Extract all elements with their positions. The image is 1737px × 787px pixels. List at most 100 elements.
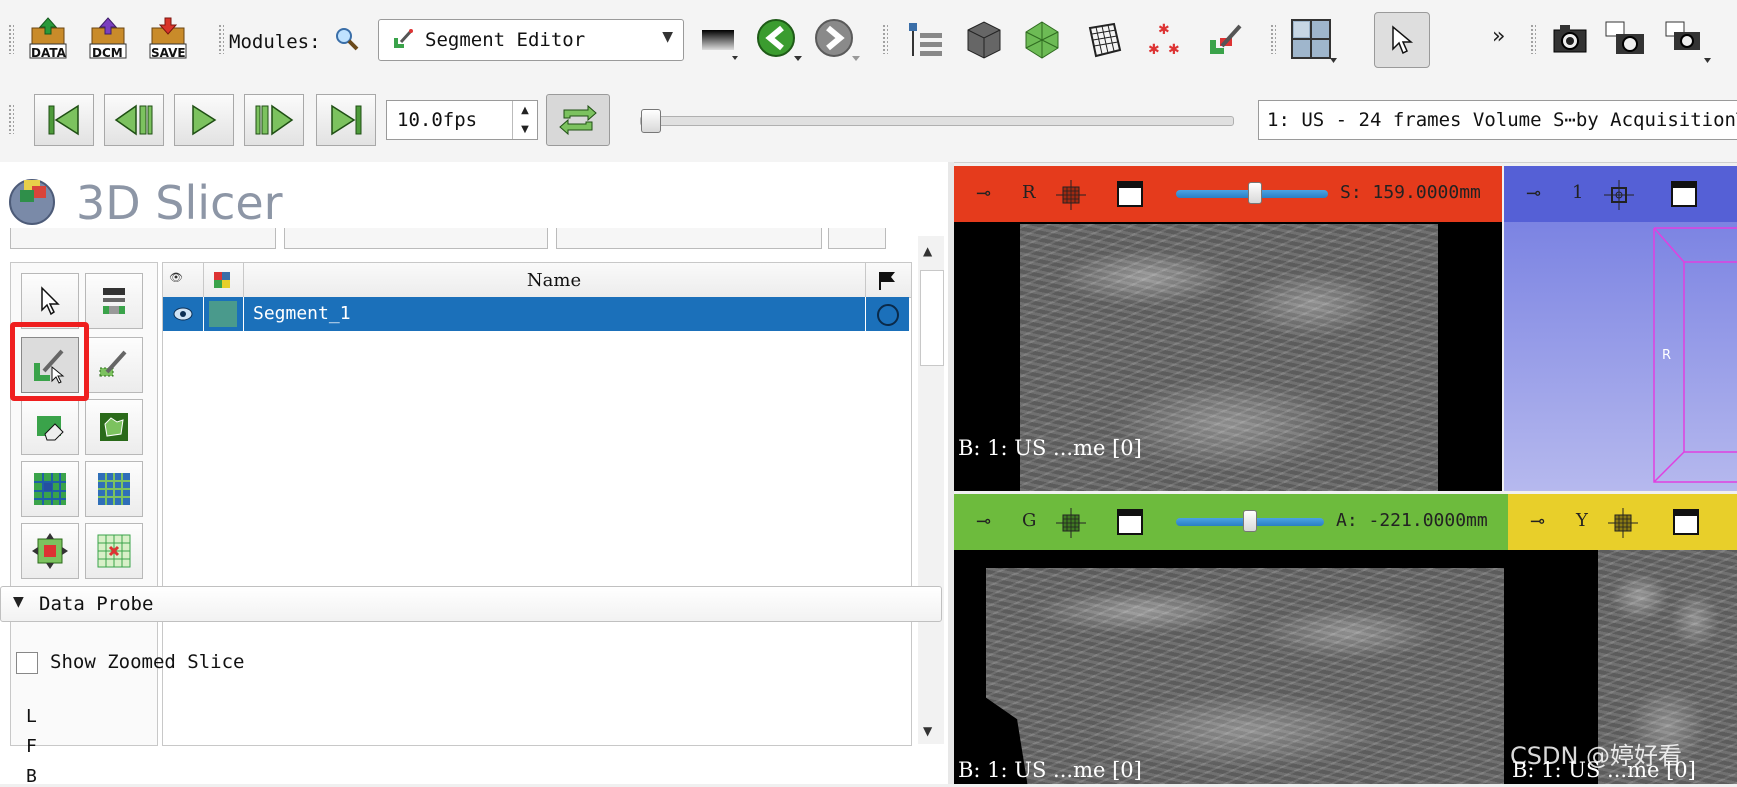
screenshot-camera-icon[interactable] bbox=[1552, 22, 1588, 56]
slice-layers-icon[interactable] bbox=[1056, 508, 1086, 538]
effect-fill-between-slices-button[interactable] bbox=[85, 461, 143, 517]
pin-icon[interactable]: ⊸ bbox=[976, 183, 991, 204]
window-level-icon[interactable] bbox=[700, 24, 740, 60]
green-offset-slider[interactable] bbox=[1176, 510, 1324, 532]
red-slice-view[interactable]: ⊸ R S: 159.0000mm B: 1: US ...me [0] bbox=[954, 166, 1502, 491]
back-arrow-icon[interactable] bbox=[756, 18, 804, 64]
fps-spinbox[interactable]: 10.0fps ▲ ▼ bbox=[386, 100, 538, 140]
volumes-cube-icon[interactable] bbox=[962, 18, 1006, 62]
effect-islands-button[interactable] bbox=[85, 523, 143, 579]
step-back-icon bbox=[114, 104, 153, 136]
segment-action-button[interactable] bbox=[10, 228, 276, 249]
table-row[interactable]: Segment_1 bbox=[163, 297, 909, 331]
save-button[interactable]: SAVE bbox=[146, 16, 190, 60]
toolbar-grip[interactable] bbox=[882, 24, 888, 54]
yellow-slice-controller: ⊸ Y bbox=[1508, 494, 1737, 550]
scroll-up-arrow-icon[interactable]: ▲ bbox=[923, 244, 932, 258]
effect-erase-button[interactable] bbox=[21, 399, 79, 455]
play-button[interactable] bbox=[174, 94, 234, 146]
show-3d-button[interactable] bbox=[828, 228, 886, 249]
toolbar-grip[interactable] bbox=[1530, 24, 1536, 54]
more-tools-button[interactable]: » bbox=[1492, 24, 1505, 49]
data-tree-icon[interactable] bbox=[906, 20, 946, 60]
window-maximize-icon[interactable] bbox=[1672, 508, 1700, 536]
frame-slider[interactable] bbox=[640, 109, 1234, 133]
effect-margin-button[interactable] bbox=[21, 523, 79, 579]
frame-slider-handle[interactable] bbox=[641, 109, 661, 133]
slider-track[interactable] bbox=[1176, 510, 1324, 532]
red-offset-slider[interactable] bbox=[1176, 182, 1328, 204]
markups-icon[interactable]: ✱ ✱ ✱ bbox=[1146, 20, 1186, 60]
color-column-header[interactable] bbox=[203, 263, 244, 297]
segment-editor-toolbar-icon[interactable] bbox=[1206, 20, 1246, 60]
pin-icon[interactable]: ⊸ bbox=[976, 511, 991, 532]
segment-name[interactable]: Segment_1 bbox=[253, 303, 351, 324]
sequence-browser-selector[interactable]: 1: US - 24 frames Volume S⋯by Acquisitio… bbox=[1258, 100, 1737, 140]
window-maximize-icon[interactable] bbox=[1670, 180, 1698, 208]
scene-view-camera-icon[interactable] bbox=[1604, 20, 1648, 58]
effect-none-button[interactable] bbox=[21, 273, 79, 329]
segment-color-cell[interactable] bbox=[203, 297, 244, 331]
skip-last-icon bbox=[331, 104, 362, 136]
slice-layers-icon[interactable] bbox=[1056, 180, 1086, 210]
slice-offset-value: S: 159.0000mm bbox=[1340, 182, 1481, 203]
visibility-column-header[interactable]: 👁 bbox=[163, 263, 204, 297]
layout-icon[interactable] bbox=[1290, 18, 1338, 64]
fps-stepper[interactable]: ▲ ▼ bbox=[512, 101, 537, 139]
pin-icon[interactable]: ⊸ bbox=[1530, 511, 1545, 532]
toolbar-grip[interactable] bbox=[8, 104, 14, 134]
step-forward-icon bbox=[255, 104, 294, 136]
view-label: 1 bbox=[1572, 182, 1584, 203]
window-maximize-icon[interactable] bbox=[1116, 180, 1144, 208]
mouse-mode-pointer-button[interactable] bbox=[1374, 12, 1430, 68]
last-frame-button[interactable] bbox=[316, 94, 376, 146]
load-data-button[interactable]: DATA bbox=[26, 16, 70, 60]
segment-action-button[interactable] bbox=[284, 228, 548, 249]
center-view-icon[interactable] bbox=[1604, 180, 1634, 210]
module-selector[interactable]: Segment Editor ▼ bbox=[378, 19, 684, 61]
forward-arrow-icon[interactable] bbox=[814, 18, 862, 64]
capture-settings-icon[interactable] bbox=[1664, 20, 1712, 64]
show-zoomed-slice-checkbox[interactable] bbox=[16, 652, 38, 674]
module-search-icon[interactable] bbox=[334, 26, 360, 52]
slice-layers-icon[interactable] bbox=[1608, 508, 1638, 538]
decrement-arrow-icon[interactable]: ▼ bbox=[513, 120, 537, 139]
pin-icon[interactable]: ⊸ bbox=[1526, 183, 1541, 204]
first-frame-button[interactable] bbox=[34, 94, 94, 146]
three-d-view[interactable]: ⊸ 1 R bbox=[1504, 166, 1737, 491]
next-frame-button[interactable] bbox=[244, 94, 304, 146]
eye-icon bbox=[173, 307, 193, 321]
segment-visibility-toggle[interactable] bbox=[163, 297, 204, 331]
scrollbar-thumb[interactable] bbox=[920, 270, 944, 366]
effect-threshold-button[interactable] bbox=[85, 273, 143, 329]
data-probe-header[interactable]: ▼ Data Probe bbox=[0, 586, 942, 622]
models-icon[interactable] bbox=[1020, 18, 1064, 62]
green-slice-view[interactable]: ⊸ G A: -221.0000mm B: 1: US ...me [0] bbox=[954, 494, 1508, 784]
status-circle-icon[interactable] bbox=[875, 302, 901, 328]
window-maximize-icon[interactable] bbox=[1116, 508, 1144, 536]
dicom-button[interactable]: DCM bbox=[86, 16, 130, 60]
threshold-icon bbox=[103, 288, 125, 314]
effect-draw-button[interactable] bbox=[85, 337, 143, 393]
collapse-arrow-icon: ▼ bbox=[13, 594, 24, 610]
effect-grow-from-seeds-button[interactable] bbox=[21, 461, 79, 517]
toolbar-grip[interactable] bbox=[1270, 24, 1276, 54]
scroll-down-arrow-icon[interactable]: ▼ bbox=[923, 724, 932, 738]
transforms-grid-icon[interactable] bbox=[1084, 20, 1124, 60]
loop-toggle-button[interactable] bbox=[546, 94, 610, 146]
effect-level-tracing-button[interactable] bbox=[85, 399, 143, 455]
toolbar-grip[interactable] bbox=[8, 24, 14, 54]
segment-action-button[interactable] bbox=[556, 228, 822, 249]
previous-frame-button[interactable] bbox=[104, 94, 164, 146]
name-column-header[interactable]: Name bbox=[243, 263, 866, 297]
slider-handle[interactable] bbox=[1248, 182, 1262, 204]
slider-track[interactable] bbox=[1176, 182, 1328, 204]
toolbar-grip[interactable] bbox=[218, 24, 224, 54]
status-column-header[interactable] bbox=[865, 263, 909, 297]
eraser-icon bbox=[37, 416, 64, 441]
segment-color-swatch[interactable] bbox=[209, 301, 237, 327]
slider-handle[interactable] bbox=[1243, 510, 1257, 532]
increment-arrow-icon[interactable]: ▲ bbox=[513, 101, 537, 120]
sequence-browser-value: 1: US - 24 frames Volume S⋯by Acquisitio… bbox=[1267, 109, 1737, 131]
panel-scrollbar[interactable]: ▲ ▼ bbox=[918, 236, 944, 744]
